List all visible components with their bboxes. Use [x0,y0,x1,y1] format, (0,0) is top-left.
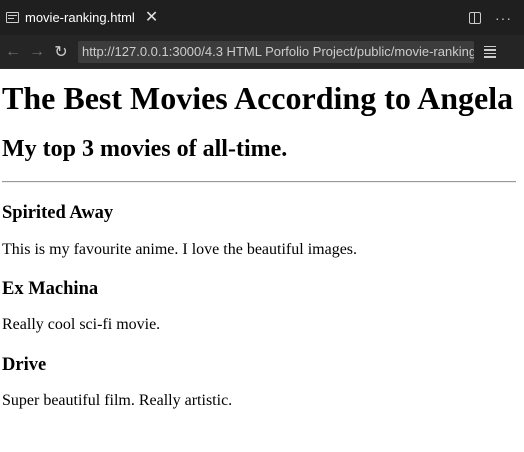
menu-icon[interactable] [484,45,496,58]
split-editor-icon[interactable] [469,11,481,24]
page-subtitle: My top 3 movies of all-time. [2,135,288,162]
movie-description: This is my favourite anime. I love the b… [2,240,358,258]
more-icon[interactable]: ··· [495,11,512,25]
url-input[interactable]: http://127.0.0.1:3000/4.3 HTML Porfolio … [78,40,474,63]
tab-movie-ranking[interactable]: movie-ranking.html ✕ [0,0,169,35]
file-icon [6,12,19,23]
tab-actions: ··· [469,11,524,25]
close-icon[interactable]: ✕ [145,9,158,26]
movie-description: Really cool sci-fi movie. [2,316,161,334]
divider [2,181,516,184]
movie-description: Super beautiful film. Really artistic. [2,391,233,409]
movie-title: Drive [2,354,47,375]
reload-icon[interactable]: ↻ [50,42,72,62]
page-title: The Best Movies According to Angela [2,80,514,116]
address-bar: ← → ↻ http://127.0.0.1:3000/4.3 HTML Por… [0,35,524,69]
movie-title: Ex Machina [2,279,99,300]
page-content: The Best Movies According to Angela My t… [0,80,524,410]
forward-icon[interactable]: → [26,43,48,61]
movie-title: Spirited Away [2,203,114,224]
tab-title: movie-ranking.html [25,10,135,25]
back-icon[interactable]: ← [2,43,24,61]
tab-bar: movie-ranking.html ✕ ··· [0,0,524,35]
